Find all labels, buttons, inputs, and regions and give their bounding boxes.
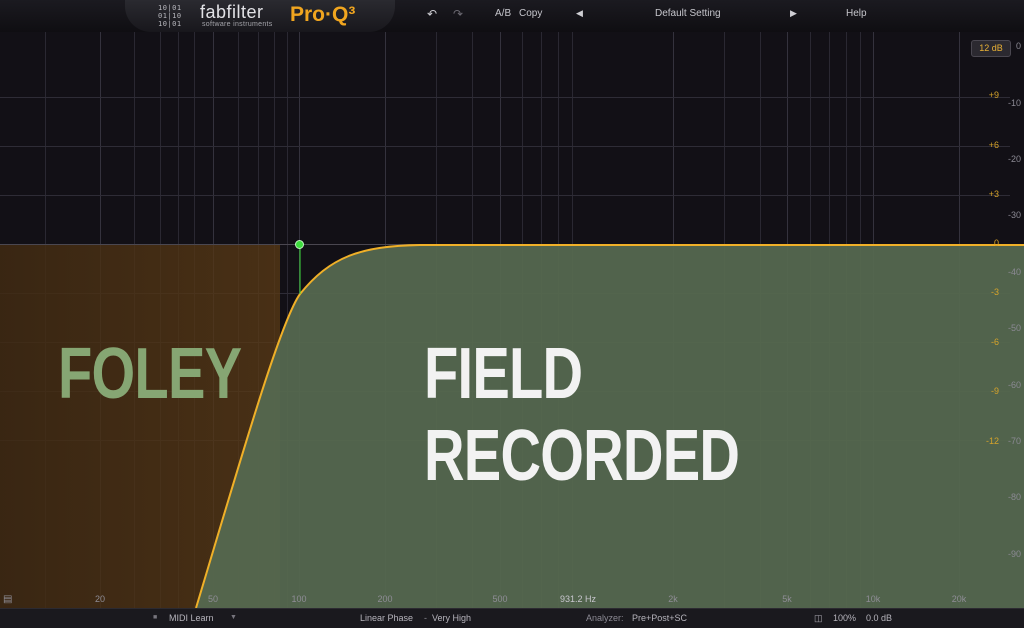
undo-icon[interactable]: ↶: [427, 7, 437, 21]
db-label: +6: [988, 140, 999, 150]
brand-subtitle: software instruments: [202, 21, 273, 28]
display-range-button[interactable]: 12 dB: [971, 40, 1011, 57]
analyzer-label: -20: [1007, 154, 1021, 164]
freq-label: 200: [377, 594, 393, 604]
db-label: -9: [990, 386, 999, 396]
header-bar: 10|01 01|10 10|01 fabfilter software instr…: [0, 0, 1024, 33]
help-button[interactable]: Help: [846, 8, 867, 19]
analyzer-label: -10: [1007, 98, 1021, 108]
freq-label: 500: [492, 594, 508, 604]
db-label: -12: [985, 436, 999, 446]
product-name: Pro·Q³: [290, 3, 356, 26]
eq-curve-svg: [0, 244, 1024, 608]
db-label: 0: [993, 238, 999, 248]
next-preset-icon[interactable]: ▶: [790, 9, 797, 19]
analyzer-label: -80: [1007, 492, 1021, 502]
analyzer-label: -90: [1007, 549, 1021, 559]
analyzer-label: -30: [1007, 210, 1021, 220]
freq-label: 100: [291, 594, 307, 604]
db-label: +9: [988, 90, 999, 100]
output-gain[interactable]: 0.0 dB: [866, 613, 892, 623]
db-label: +3: [988, 189, 999, 199]
freq-label: 2k: [668, 594, 678, 604]
processing-mode[interactable]: Linear Phase: [360, 613, 413, 623]
cursor-frequency-readout: 931.2 Hz: [559, 594, 597, 604]
freq-label: 20: [94, 594, 106, 604]
analyzer-label: -70: [1007, 436, 1021, 446]
analyzer-label: Analyzer:: [586, 613, 624, 623]
piano-icon[interactable]: ▤: [3, 594, 12, 605]
preset-name[interactable]: Default Setting: [655, 8, 721, 19]
freq-label: 5k: [782, 594, 792, 604]
analyzer-label: -60: [1007, 380, 1021, 390]
analyzer-label: -40: [1007, 267, 1021, 277]
resize-icon[interactable]: ◫: [814, 613, 823, 624]
prev-preset-icon[interactable]: ◀: [576, 9, 583, 19]
analyzer-mode[interactable]: Pre+Post+SC: [632, 613, 687, 623]
pro-q3-window: 10|01 01|10 10|01 fabfilter software instr…: [0, 0, 1024, 628]
db-label: -3: [990, 287, 999, 297]
analyzer-label: -50: [1007, 323, 1021, 333]
separator-dash: -: [424, 613, 427, 623]
eq-display[interactable]: FOLEY FIELD RECORDED +9 +6 +3 0 -3 -6 -9…: [0, 32, 1024, 608]
band-1-node[interactable]: [295, 240, 304, 249]
overlay-text-field-recorded: FIELD RECORDED: [424, 334, 740, 496]
footer-bar: ■ MIDI Learn ▼ Linear Phase - Very High …: [0, 608, 1024, 628]
midi-learn-button[interactable]: MIDI Learn: [169, 613, 214, 623]
brand-name: fabfilter: [200, 2, 264, 22]
freq-label: 10k: [865, 594, 881, 604]
midi-dropdown-icon[interactable]: ▼: [230, 614, 237, 621]
redo-icon[interactable]: ↷: [453, 7, 463, 21]
zoom-value[interactable]: 100%: [833, 613, 856, 623]
db-label: -6: [990, 337, 999, 347]
copy-button[interactable]: Copy: [519, 8, 542, 19]
phase-quality[interactable]: Very High: [432, 613, 471, 623]
midi-indicator-icon: ■: [153, 614, 158, 621]
ab-compare-button[interactable]: A/B: [495, 8, 511, 19]
freq-label: 50: [207, 594, 219, 604]
freq-label: 20k: [951, 594, 967, 604]
overlay-text-foley: FOLEY: [58, 334, 242, 414]
fabfilter-logo-icon: 10|01 01|10 10|01: [158, 4, 182, 28]
